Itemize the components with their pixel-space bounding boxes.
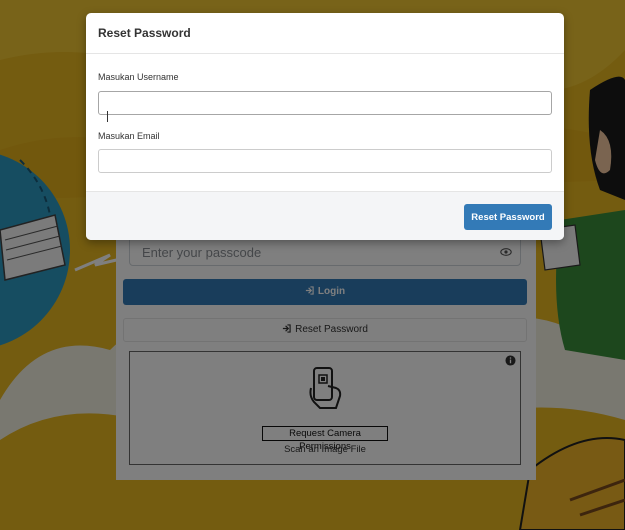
reset-password-modal: Reset Password Masukan Username Masukan … bbox=[86, 13, 564, 240]
reset-password-submit-button[interactable]: Reset Password bbox=[464, 204, 552, 230]
modal-body: Masukan Username Masukan Email bbox=[86, 54, 564, 190]
email-input[interactable] bbox=[98, 149, 552, 173]
modal-title: Reset Password bbox=[98, 26, 191, 40]
username-input[interactable] bbox=[98, 91, 552, 115]
email-label: Masukan Email bbox=[98, 131, 160, 141]
username-label: Masukan Username bbox=[98, 72, 179, 82]
modal-header: Reset Password bbox=[86, 13, 564, 54]
text-caret bbox=[107, 111, 108, 122]
modal-footer: Reset Password bbox=[86, 191, 564, 240]
